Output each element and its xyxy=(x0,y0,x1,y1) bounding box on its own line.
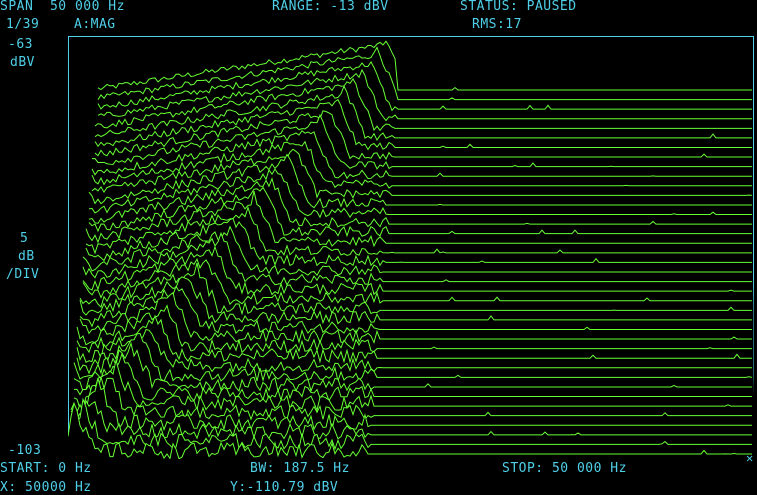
y-bottom-value: -103 xyxy=(8,443,42,458)
range-readout: RANGE: -13 dBV xyxy=(272,0,389,14)
bandwidth-readout: BW: 187.5 Hz xyxy=(250,461,350,476)
start-freq: START: 0 Hz xyxy=(0,461,92,476)
trace-index: 1/39 xyxy=(6,17,40,32)
y-top-value: -63 xyxy=(8,37,33,52)
x-axis-arrow-icon: ✕ xyxy=(746,451,754,465)
cursor-y-readout: Y:-110.79 dBV xyxy=(230,480,339,495)
channel-label: A:MAG xyxy=(74,17,116,32)
stop-freq: STOP: 50 000 Hz xyxy=(502,461,627,476)
rms-readout: RMS:17 xyxy=(472,17,522,32)
status-readout: STATUS: PAUSED xyxy=(460,0,577,14)
cursor-x-readout: X: 50000 Hz xyxy=(0,480,92,495)
y-scale-unit: dB xyxy=(18,249,35,264)
span-readout: SPAN 50 000 Hz xyxy=(0,0,125,14)
waterfall-plot xyxy=(68,40,754,459)
y-top-unit: dBV xyxy=(10,55,35,70)
y-scale-value: 5 xyxy=(20,231,29,246)
y-scale-per: /DIV xyxy=(6,267,40,282)
